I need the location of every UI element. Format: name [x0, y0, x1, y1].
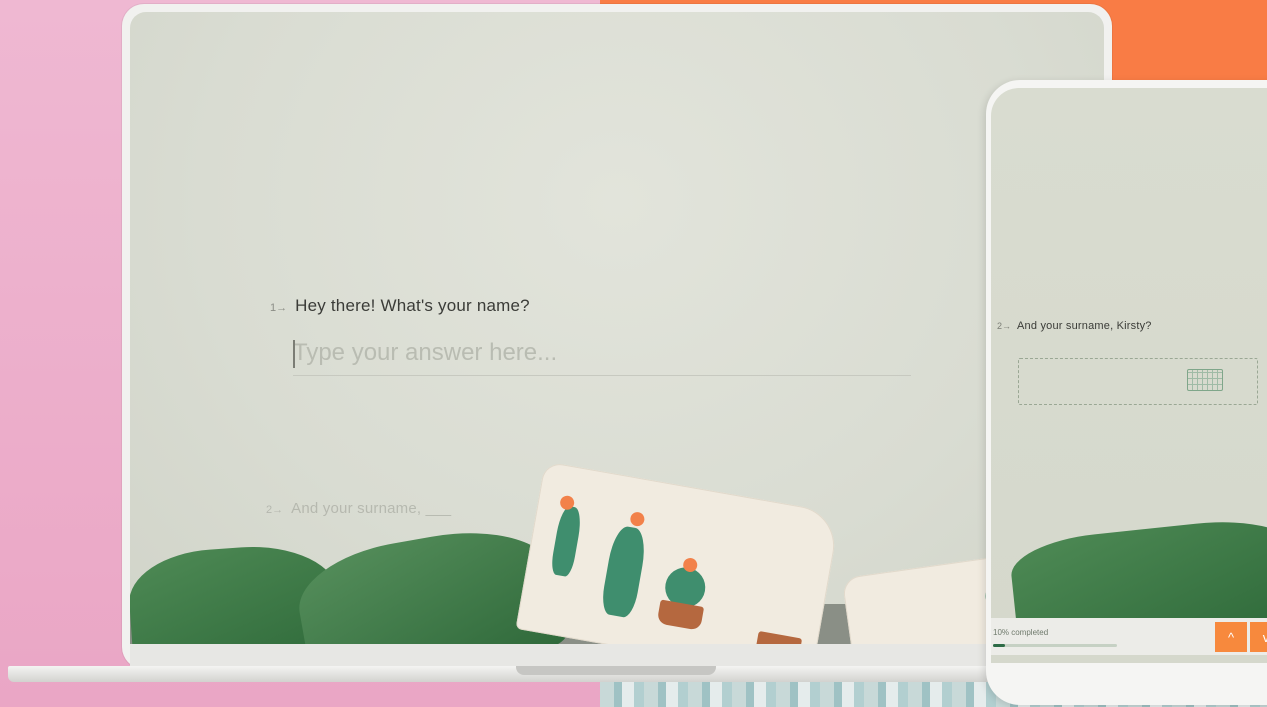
laptop-base — [8, 666, 1020, 682]
question-1: 1→ Hey there! What's your name? — [270, 296, 530, 316]
cactus-pillow-image — [515, 461, 841, 644]
question-number: 1→ — [270, 302, 288, 314]
question-2: 2→ And your surname, Kirsty? — [997, 320, 1152, 332]
phone-mockup: 2→ And your surname, Kirsty? 10% complet… — [986, 80, 1267, 705]
name-answer-input[interactable] — [293, 330, 911, 376]
chevron-down-icon: v — [1262, 629, 1267, 645]
question-number: 2→ — [997, 321, 1012, 331]
text-caret — [293, 340, 295, 368]
progress-label: 10% completed — [993, 628, 1049, 637]
question-number: 2→ — [266, 504, 284, 516]
progress-bar — [993, 644, 1117, 647]
next-question-button[interactable]: v — [1250, 622, 1267, 652]
question-text: And your surname, ___ — [291, 500, 452, 517]
question-text: And your surname, Kirsty? — [1017, 320, 1152, 332]
keyboard-icon[interactable] — [1187, 369, 1223, 391]
laptop-notch — [516, 666, 716, 675]
question-text: Hey there! What's your name? — [295, 296, 530, 315]
laptop-mockup: 1→ Hey there! What's your name? 2→ And y… — [122, 4, 1112, 669]
progress-fill — [993, 644, 1006, 647]
question-2-preview[interactable]: 2→ And your surname, ___ — [266, 500, 451, 517]
laptop-screen: 1→ Hey there! What's your name? 2→ And y… — [130, 12, 1104, 644]
phone-screen: 2→ And your surname, Kirsty? — [991, 88, 1267, 663]
chevron-up-icon: ^ — [1227, 629, 1235, 645]
previous-question-button[interactable]: ^ — [1215, 622, 1247, 652]
